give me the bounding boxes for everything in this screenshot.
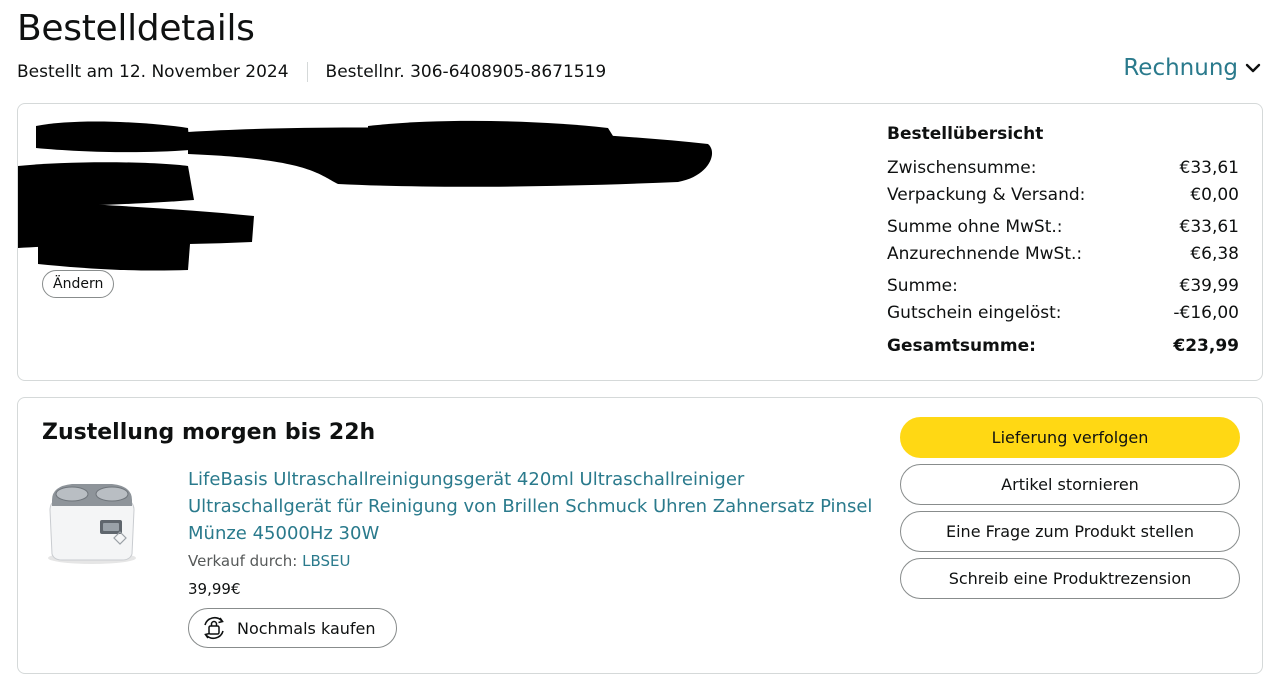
summary-row: Summe ohne MwSt.: €33,61 bbox=[887, 213, 1239, 240]
cancel-item-button[interactable]: Artikel stornieren bbox=[900, 464, 1240, 505]
ask-question-button[interactable]: Eine Frage zum Produkt stellen bbox=[900, 511, 1240, 552]
summary-label: Gutschein eingelöst: bbox=[887, 302, 1062, 323]
summary-total-label: Gesamtsumme: bbox=[887, 335, 1036, 356]
summary-label: Summe: bbox=[887, 275, 958, 296]
summary-row: Gutschein eingelöst: -€16,00 bbox=[887, 299, 1239, 326]
summary-value: €33,61 bbox=[1179, 216, 1239, 237]
order-meta: Bestellt am 12. November 2024 Bestellnr.… bbox=[17, 62, 606, 82]
delivery-status: Zustellung morgen bis 22h bbox=[42, 420, 376, 445]
meta-divider bbox=[306, 62, 308, 82]
summary-row: Anzurechnende MwSt.: €6,38 bbox=[887, 240, 1239, 267]
summary-label: Verpackung & Versand: bbox=[887, 184, 1086, 205]
summary-row: Zwischensumme: €33,61 bbox=[887, 154, 1239, 181]
order-info-card: Ändern Bestellübersicht Zwischensumme: €… bbox=[17, 103, 1263, 381]
redacted-address bbox=[18, 120, 713, 271]
shipment-card: Zustellung morgen bis 22h LifeBasis Ultr… bbox=[17, 397, 1263, 674]
seller-prefix: Verkauf durch: bbox=[188, 552, 303, 570]
summary-label: Summe ohne MwSt.: bbox=[887, 216, 1063, 237]
seller-link[interactable]: LBSEU bbox=[302, 552, 350, 570]
summary-title: Bestellübersicht bbox=[887, 124, 1044, 144]
summary-value: €33,61 bbox=[1179, 157, 1239, 178]
summary-value: €0,00 bbox=[1190, 184, 1239, 205]
summary-label: Zwischensumme: bbox=[887, 157, 1037, 178]
buy-again-icon bbox=[204, 617, 224, 639]
invoice-dropdown[interactable]: Rechnung bbox=[1123, 55, 1262, 81]
summary-value: €6,38 bbox=[1190, 243, 1239, 264]
seller-info: Verkauf durch: LBSEU bbox=[188, 552, 350, 570]
summary-row: Verpackung & Versand: €0,00 bbox=[887, 181, 1239, 208]
order-date: Bestellt am 12. November 2024 bbox=[17, 62, 289, 82]
write-review-button[interactable]: Schreib eine Produktrezension bbox=[900, 558, 1240, 599]
buy-again-button[interactable]: Nochmals kaufen bbox=[188, 608, 397, 648]
order-summary: Bestellübersicht Zwischensumme: €33,61 V… bbox=[887, 124, 1239, 359]
summary-total-row: Gesamtsumme: €23,99 bbox=[887, 332, 1239, 359]
change-address-button[interactable]: Ändern bbox=[42, 270, 115, 298]
product-image[interactable] bbox=[42, 470, 142, 580]
buy-again-label: Nochmals kaufen bbox=[237, 618, 376, 638]
page-title: Bestelldetails bbox=[17, 8, 255, 49]
summary-value: €39,99 bbox=[1179, 275, 1239, 296]
summary-label: Anzurechnende MwSt.: bbox=[887, 243, 1083, 264]
track-package-button[interactable]: Lieferung verfolgen bbox=[900, 417, 1240, 458]
product-title-link[interactable]: LifeBasis Ultraschallreinigungsgerät 420… bbox=[188, 466, 878, 547]
chevron-down-icon bbox=[1245, 63, 1261, 73]
order-number: Bestellnr. 306-6408905-8671519 bbox=[325, 62, 607, 82]
product-price: 39,99€ bbox=[188, 580, 241, 598]
summary-row: Summe: €39,99 bbox=[887, 272, 1239, 299]
summary-value: -€16,00 bbox=[1173, 302, 1239, 323]
shipment-actions: Lieferung verfolgen Artikel stornieren E… bbox=[900, 417, 1240, 605]
summary-total-value: €23,99 bbox=[1173, 335, 1239, 356]
invoice-label: Rechnung bbox=[1123, 55, 1238, 81]
